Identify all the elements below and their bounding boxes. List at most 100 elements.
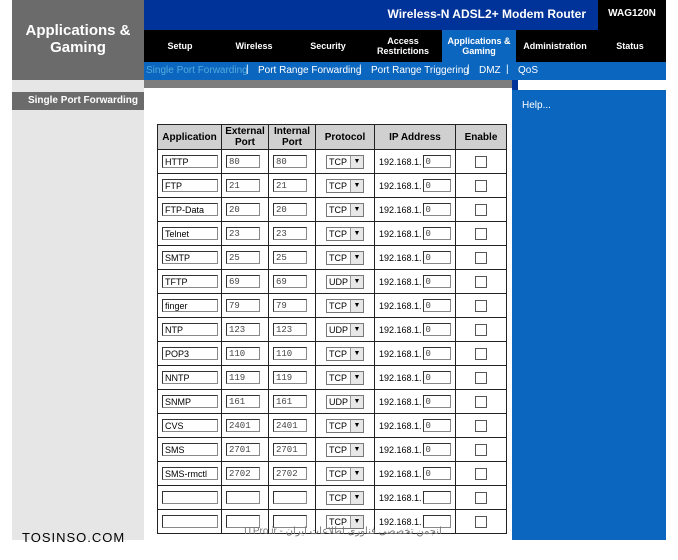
- external-port-input[interactable]: 161: [226, 395, 260, 408]
- external-port-input[interactable]: 79: [226, 299, 260, 312]
- application-name-input[interactable]: Telnet: [162, 227, 218, 240]
- protocol-select[interactable]: TCP ▼: [326, 418, 364, 433]
- application-name-input[interactable]: [162, 491, 218, 504]
- internal-port-input[interactable]: 21: [273, 179, 307, 192]
- internal-port-input[interactable]: 23: [273, 227, 307, 240]
- subtab-qos[interactable]: QoS: [518, 65, 538, 76]
- external-port-input[interactable]: 23: [226, 227, 260, 240]
- ip-last-octet-input[interactable]: 0: [422, 179, 451, 192]
- internal-port-input[interactable]: 2401: [273, 419, 307, 432]
- application-name-input[interactable]: FTP-Data: [162, 203, 218, 216]
- ip-last-octet-input[interactable]: 0: [422, 227, 451, 240]
- internal-port-input[interactable]: 123: [273, 323, 307, 336]
- external-port-input[interactable]: 2401: [226, 419, 260, 432]
- external-port-input[interactable]: 110: [226, 347, 260, 360]
- internal-port-input[interactable]: [273, 491, 307, 504]
- tab-setup[interactable]: Setup: [144, 30, 216, 62]
- enable-checkbox[interactable]: [475, 443, 487, 456]
- enable-checkbox[interactable]: [475, 395, 487, 408]
- external-port-input[interactable]: 21: [226, 179, 260, 192]
- application-name-input[interactable]: SMS: [162, 443, 218, 456]
- tab-status[interactable]: Status: [594, 30, 666, 62]
- ip-last-octet-input[interactable]: 0: [422, 395, 451, 408]
- ip-last-octet-input[interactable]: 0: [422, 323, 451, 336]
- application-name-input[interactable]: SMS-rmctl: [162, 467, 218, 480]
- application-name-input[interactable]: HTTP: [162, 155, 218, 168]
- subtab-single-port-forwarding[interactable]: Single Port Forwarding: [146, 65, 248, 76]
- external-port-input[interactable]: 80: [226, 155, 260, 168]
- ip-last-octet-input[interactable]: 0: [422, 251, 451, 264]
- enable-checkbox[interactable]: [475, 275, 487, 288]
- ip-last-octet-input[interactable]: 0: [422, 419, 451, 432]
- tab-administration[interactable]: Administration: [516, 30, 594, 62]
- enable-checkbox[interactable]: [475, 515, 487, 528]
- application-name-input[interactable]: finger: [162, 299, 218, 312]
- ip-last-octet-input[interactable]: 0: [422, 347, 451, 360]
- internal-port-input[interactable]: 110: [273, 347, 307, 360]
- ip-last-octet-input[interactable]: 0: [422, 371, 451, 384]
- protocol-select[interactable]: TCP ▼: [326, 442, 364, 457]
- tab-wireless[interactable]: Wireless: [216, 30, 292, 62]
- external-port-input[interactable]: 2702: [226, 467, 260, 480]
- internal-port-input[interactable]: 161: [273, 395, 307, 408]
- enable-checkbox[interactable]: [475, 251, 487, 264]
- tab-security[interactable]: Security: [292, 30, 364, 62]
- protocol-select[interactable]: UDP ▼: [326, 322, 364, 337]
- application-name-input[interactable]: [162, 515, 218, 528]
- internal-port-input[interactable]: 2701: [273, 443, 307, 456]
- application-name-input[interactable]: TFTP: [162, 275, 218, 288]
- enable-checkbox[interactable]: [475, 347, 487, 360]
- internal-port-input[interactable]: 69: [273, 275, 307, 288]
- enable-checkbox[interactable]: [475, 227, 487, 240]
- internal-port-input[interactable]: 80: [273, 155, 307, 168]
- protocol-select[interactable]: TCP ▼: [326, 298, 364, 313]
- ip-last-octet-input[interactable]: [422, 491, 451, 504]
- enable-checkbox[interactable]: [475, 155, 487, 168]
- ip-last-octet-input[interactable]: 0: [422, 467, 451, 480]
- internal-port-input[interactable]: 79: [273, 299, 307, 312]
- protocol-select[interactable]: TCP ▼: [326, 202, 364, 217]
- enable-checkbox[interactable]: [475, 179, 487, 192]
- protocol-select[interactable]: TCP ▼: [326, 346, 364, 361]
- protocol-select[interactable]: TCP ▼: [326, 490, 364, 505]
- enable-checkbox[interactable]: [475, 491, 487, 504]
- application-name-input[interactable]: CVS: [162, 419, 218, 432]
- protocol-select[interactable]: TCP ▼: [326, 250, 364, 265]
- tab-access-restrictions[interactable]: Access Restrictions: [364, 30, 442, 62]
- ip-last-octet-input[interactable]: 0: [422, 299, 451, 312]
- application-name-input[interactable]: SNMP: [162, 395, 218, 408]
- subtab-port-range-forwarding[interactable]: Port Range Forwarding: [258, 65, 361, 76]
- protocol-select[interactable]: UDP ▼: [326, 274, 364, 289]
- enable-checkbox[interactable]: [475, 467, 487, 480]
- protocol-select[interactable]: TCP ▼: [326, 466, 364, 481]
- subtab-dmz[interactable]: DMZ: [479, 65, 501, 76]
- ip-last-octet-input[interactable]: 0: [422, 203, 451, 216]
- protocol-select[interactable]: UDP ▼: [326, 394, 364, 409]
- internal-port-input[interactable]: 2702: [273, 467, 307, 480]
- ip-last-octet-input[interactable]: 0: [422, 275, 451, 288]
- external-port-input[interactable]: 25: [226, 251, 260, 264]
- external-port-input[interactable]: [226, 491, 260, 504]
- external-port-input[interactable]: 119: [226, 371, 260, 384]
- application-name-input[interactable]: NTP: [162, 323, 218, 336]
- application-name-input[interactable]: POP3: [162, 347, 218, 360]
- internal-port-input[interactable]: 119: [273, 371, 307, 384]
- external-port-input[interactable]: 69: [226, 275, 260, 288]
- protocol-select[interactable]: TCP ▼: [326, 226, 364, 241]
- enable-checkbox[interactable]: [475, 203, 487, 216]
- subtab-port-range-triggering[interactable]: Port Range Triggering: [371, 65, 469, 76]
- enable-checkbox[interactable]: [475, 419, 487, 432]
- external-port-input[interactable]: 123: [226, 323, 260, 336]
- enable-checkbox[interactable]: [475, 323, 487, 336]
- internal-port-input[interactable]: 20: [273, 203, 307, 216]
- application-name-input[interactable]: SMTP: [162, 251, 218, 264]
- tab-applications-gaming[interactable]: Applications & Gaming: [442, 30, 516, 62]
- internal-port-input[interactable]: 25: [273, 251, 307, 264]
- help-link[interactable]: Help...: [522, 100, 551, 111]
- enable-checkbox[interactable]: [475, 371, 487, 384]
- external-port-input[interactable]: 20: [226, 203, 260, 216]
- ip-last-octet-input[interactable]: 0: [422, 443, 451, 456]
- application-name-input[interactable]: NNTP: [162, 371, 218, 384]
- application-name-input[interactable]: FTP: [162, 179, 218, 192]
- protocol-select[interactable]: TCP ▼: [326, 178, 364, 193]
